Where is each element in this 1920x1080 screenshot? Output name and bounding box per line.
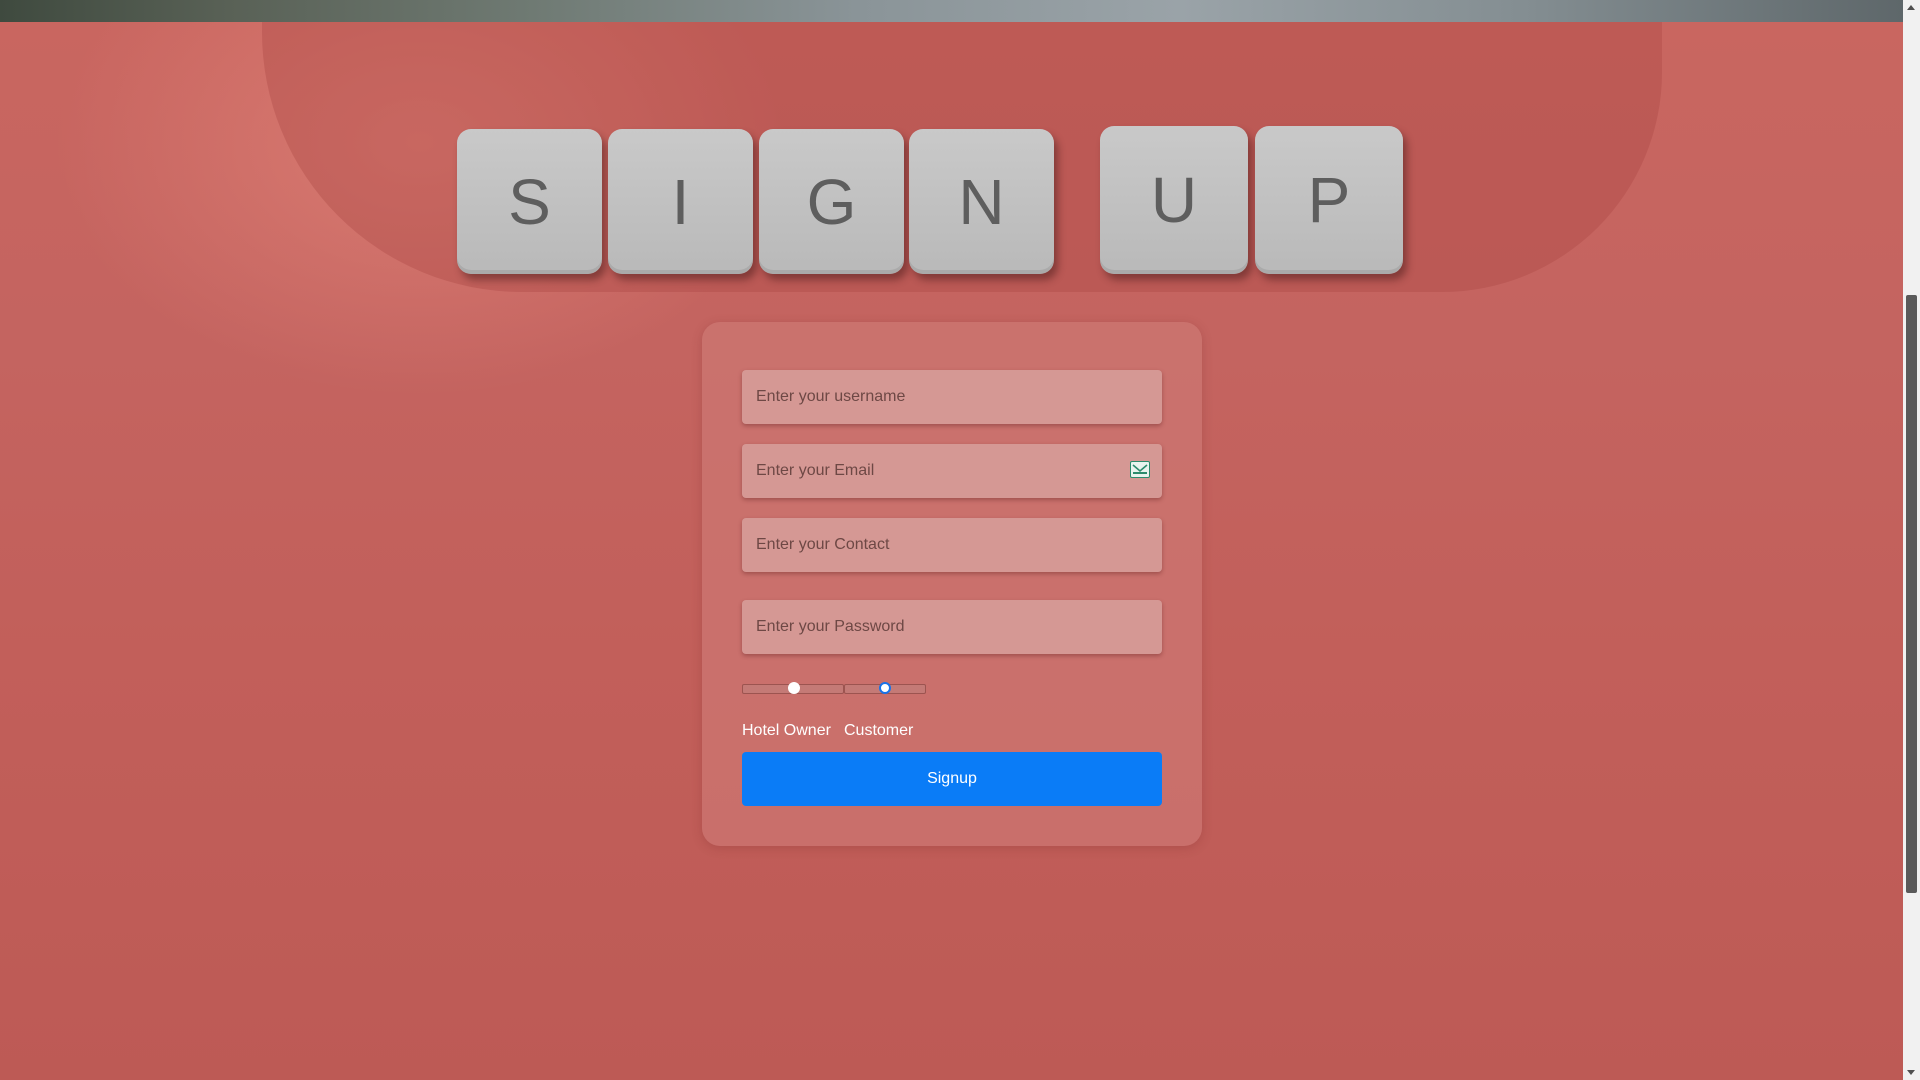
email-field[interactable] bbox=[742, 444, 1162, 498]
password-input[interactable] bbox=[742, 600, 1162, 654]
customer-radio[interactable] bbox=[844, 682, 926, 694]
title-key-n: N bbox=[909, 129, 1054, 274]
title-key-u: U bbox=[1100, 126, 1248, 274]
hotel-owner-radio[interactable] bbox=[742, 682, 844, 694]
signup-card: Hotel Owner Customer Signup bbox=[702, 322, 1202, 846]
mail-icon bbox=[1130, 461, 1150, 478]
scroll-up-icon[interactable] bbox=[1907, 5, 1915, 10]
scroll-down-icon[interactable] bbox=[1907, 1070, 1915, 1075]
background-photo-strip bbox=[0, 0, 1903, 22]
hotel-owner-label[interactable]: Hotel Owner bbox=[742, 722, 831, 740]
contact-field[interactable] bbox=[742, 518, 1162, 572]
scroll-thumb[interactable] bbox=[1906, 295, 1917, 893]
username-field[interactable] bbox=[742, 370, 1162, 424]
signup-button[interactable]: Signup bbox=[742, 752, 1162, 806]
page-scrollbar[interactable] bbox=[1903, 0, 1920, 1080]
title-key-i: I bbox=[608, 129, 753, 274]
email-input[interactable] bbox=[742, 444, 1162, 498]
customer-radio-dot[interactable] bbox=[879, 682, 891, 694]
title-key-p: P bbox=[1255, 126, 1403, 274]
title-key-s: S bbox=[457, 129, 602, 274]
password-field[interactable] bbox=[742, 600, 1162, 654]
username-input[interactable] bbox=[742, 370, 1162, 424]
customer-label[interactable]: Customer bbox=[844, 722, 913, 740]
hotel-owner-radio-dot[interactable] bbox=[788, 682, 800, 694]
title-key-g: G bbox=[759, 129, 904, 274]
contact-input[interactable] bbox=[742, 518, 1162, 572]
page-background: S I G N U P Hotel Own bbox=[0, 22, 1903, 1080]
